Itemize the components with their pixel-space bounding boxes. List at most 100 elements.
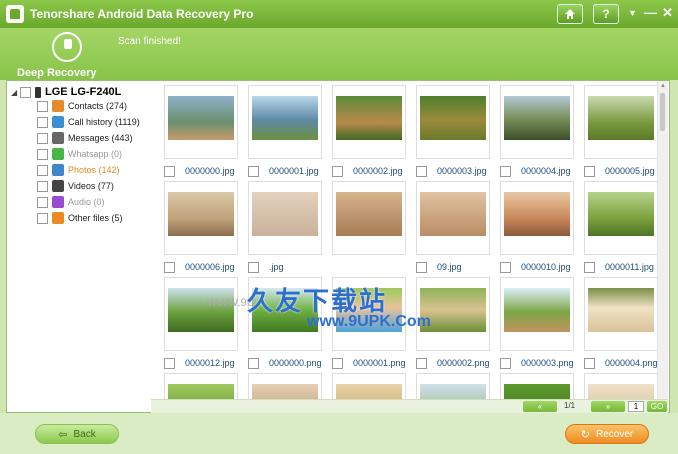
category-other-files[interactable]: Other files (5) [37,211,123,225]
category-checkbox[interactable] [37,116,48,128]
photo-thumbnail[interactable] [332,373,406,399]
photo-label[interactable]: 0000012.jpg [164,357,235,369]
photo-checkbox[interactable] [164,357,175,369]
photo-checkbox[interactable] [164,165,175,177]
photo-thumbnail[interactable] [584,85,658,159]
audio-icon [52,196,64,208]
photo-checkbox[interactable] [500,357,511,369]
photo-checkbox[interactable] [500,261,511,273]
photo-thumbnail[interactable] [332,181,406,255]
photo-thumbnail[interactable] [584,181,658,255]
photo-thumbnail[interactable] [164,181,238,255]
photo-label[interactable]: 0000006.jpg [164,261,235,273]
category-call-history[interactable]: Call history (1119) [37,115,140,129]
photo-thumbnail[interactable] [248,181,322,255]
photo-thumbnail[interactable] [500,373,574,399]
scroll-up-icon[interactable]: ▲ [660,83,666,89]
category-checkbox[interactable] [37,132,48,144]
category-label: Other files (5) [68,213,123,223]
photo-thumbnail[interactable] [248,85,322,159]
go-button[interactable]: GO [647,401,667,412]
category-checkbox[interactable] [37,148,48,160]
photo-checkbox[interactable] [584,357,595,369]
photo-checkbox[interactable] [248,261,259,273]
photo-checkbox[interactable] [332,165,343,177]
category-checkbox[interactable] [37,180,48,192]
photo-checkbox[interactable] [416,165,427,177]
photo-checkbox[interactable] [584,165,595,177]
photo-checkbox[interactable] [164,261,175,273]
photo-label[interactable]: 0000004.jpg [500,165,571,177]
photo-thumbnail[interactable] [416,373,490,399]
category-whatsapp[interactable]: Whatsapp (0) [37,147,122,161]
photo-thumbnail[interactable] [164,277,238,351]
photo-thumbnail[interactable] [500,85,574,159]
photo-checkbox[interactable] [500,165,511,177]
photo-label[interactable]: 0000000.jpg [164,165,235,177]
close-button[interactable]: ✕ [662,5,673,21]
photo-checkbox[interactable] [248,165,259,177]
back-button[interactable]: ⇦ Back [35,424,119,444]
photo-image [168,96,234,140]
photo-label[interactable]: 0000003.jpg [416,165,487,177]
page-number-input[interactable]: 1 [628,401,644,412]
gallery-scrollbar[interactable]: ▲ [657,81,668,399]
photo-label[interactable]: 0000010.jpg [500,261,571,273]
home-button[interactable] [557,4,583,24]
photo-image [168,288,234,332]
photo-image [252,192,318,236]
photo-label[interactable]: 0000003.png [500,357,574,369]
photo-checkbox[interactable] [248,357,259,369]
device-checkbox[interactable] [20,86,31,98]
photo-thumbnail[interactable] [332,85,406,159]
photo-filename: 0000002.jpg [353,166,403,176]
photo-checkbox[interactable] [332,357,343,369]
photo-label[interactable]: 0000005.jpg [584,165,655,177]
photo-thumbnail[interactable] [248,373,322,399]
photo-filename: 0000011.jpg [605,262,654,272]
chevron-down-icon[interactable]: ▼ [628,5,637,21]
photo-image [336,96,402,140]
photo-checkbox[interactable] [584,261,595,273]
prev-page-button[interactable]: « [523,401,557,412]
minimize-button[interactable]: — [644,5,657,21]
photo-label[interactable]: 0000001.jpg [248,165,319,177]
help-button[interactable]: ? [593,4,619,24]
category-videos[interactable]: Videos (77) [37,179,114,193]
photo-label[interactable]: 0000000.png [248,357,322,369]
photo-label[interactable]: 0000011.jpg [584,261,654,273]
photo-thumbnail[interactable] [584,373,658,399]
photo-image [504,288,570,332]
photo-thumbnail[interactable] [416,85,490,159]
photo-thumbnail[interactable] [500,277,574,351]
category-checkbox[interactable] [37,196,48,208]
device-node[interactable]: ◢ LGE LG-F240L [11,85,121,99]
photo-filename: 0000012.jpg [185,358,235,368]
category-checkbox[interactable] [37,100,48,112]
photo-label[interactable]: 09.jpg [416,261,462,273]
deep-recovery-label[interactable]: Deep Recovery [17,67,97,79]
category-contacts[interactable]: Contacts (274) [37,99,127,113]
category-checkbox[interactable] [37,212,48,224]
photo-label[interactable]: .jpg [248,261,284,273]
scroll-thumb[interactable] [660,93,665,131]
category-checkbox[interactable] [37,164,48,176]
category-photos[interactable]: Photos (142) [37,163,120,177]
photo-thumbnail[interactable] [164,85,238,159]
collapse-icon[interactable]: ◢ [11,88,20,97]
photo-thumbnail[interactable] [164,373,238,399]
photo-checkbox[interactable] [416,357,427,369]
photo-label[interactable]: 0000002.jpg [332,165,403,177]
photo-checkbox[interactable] [416,261,427,273]
category-messages[interactable]: Messages (443) [37,131,133,145]
category-audio[interactable]: Audio (0) [37,195,105,209]
photo-thumbnail[interactable] [584,277,658,351]
photo-thumbnail[interactable] [416,181,490,255]
photo-label[interactable]: 0000004.png [584,357,658,369]
photo-label[interactable]: 0000001.png [332,357,406,369]
contacts-icon [52,100,64,112]
photo-thumbnail[interactable] [500,181,574,255]
recover-button[interactable]: ↻ Recover [565,424,649,444]
next-page-button[interactable]: » [591,401,625,412]
photo-label[interactable]: 0000002.png [416,357,490,369]
